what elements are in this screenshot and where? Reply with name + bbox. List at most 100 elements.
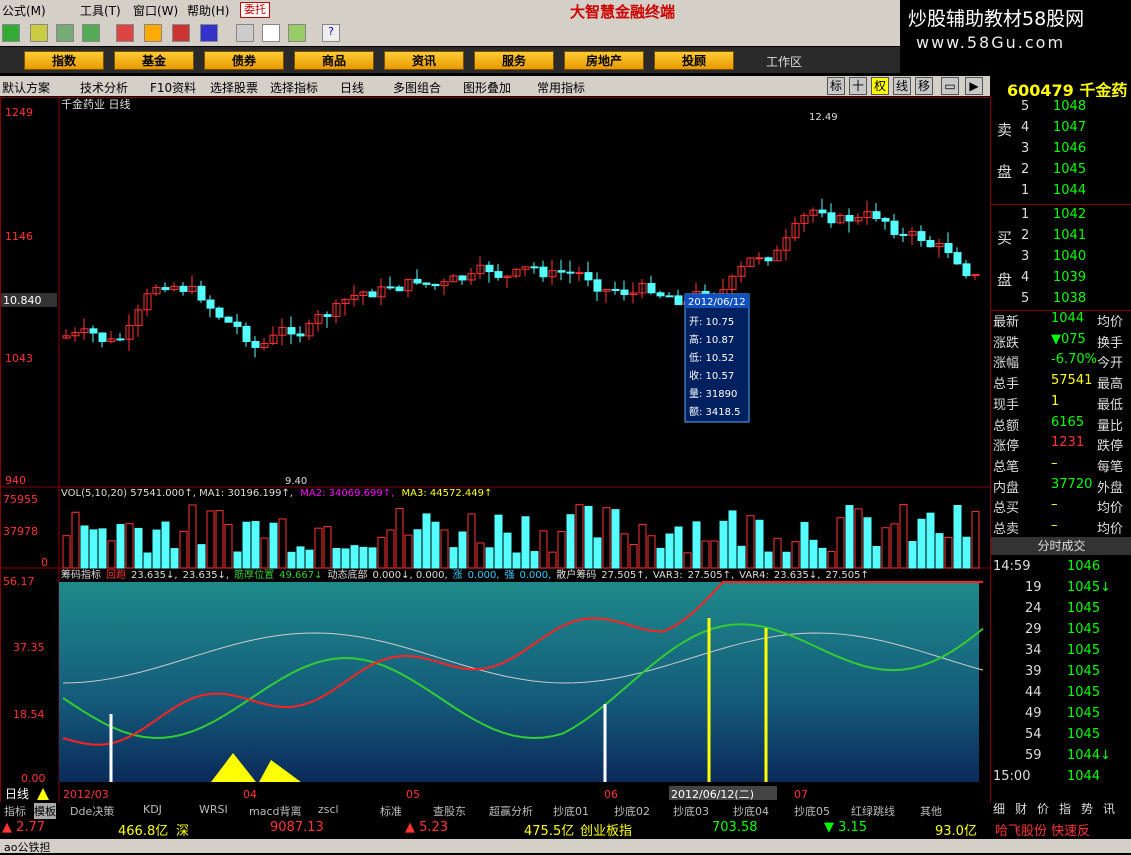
tick-row-cell: 24 (1025, 601, 1042, 616)
indicator-tab[interactable]: KDJ (143, 803, 162, 816)
indicator-header-part: 动态底部 (328, 568, 368, 581)
tick-row-cell: 1045↓ (1067, 580, 1111, 595)
stat-row-cell: 6165 (1051, 414, 1085, 430)
nav-service-button[interactable]: 服务 (474, 51, 554, 70)
status-bar: ▲ 2.77 466.8亿深 9087.13 ▲ 5.23 475.5亿 创业板指 703.… (0, 819, 1131, 839)
tick-row-cell: 1044↓ (1067, 748, 1111, 763)
indicator-tab[interactable]: 超赢分析 (489, 803, 533, 819)
tool-icon-9[interactable] (236, 24, 254, 42)
nav-commodity-button[interactable]: 商品 (294, 51, 374, 70)
f10-menu[interactable]: F10资料 (150, 79, 196, 96)
indicator-tab[interactable]: 指标 (4, 803, 26, 819)
multi-chart-menu[interactable]: 多图组合 (393, 79, 441, 96)
window-restore-icon[interactable]: ▭ (941, 77, 959, 95)
tool-yi[interactable]: 移 (915, 77, 933, 95)
nav-news-button[interactable]: 资讯 (384, 51, 464, 70)
indicator-tab[interactable]: macd背离 (249, 803, 302, 819)
buy-row-cell: 3 (1021, 249, 1030, 264)
indicator-tab[interactable]: 抄底03 (673, 803, 709, 819)
candle (422, 282, 431, 285)
scheme-select[interactable]: 默认方案 (2, 79, 50, 96)
indicator-tab[interactable]: 抄底01 (553, 803, 589, 819)
chart-area[interactable]: 1249 1146 10.840 1043 940 千金药业 日线 12.49 … (0, 97, 991, 803)
binoculars-icon[interactable] (56, 24, 74, 42)
tool-quan[interactable]: 权 (871, 77, 889, 95)
indicator-tab[interactable]: 查股东 (433, 803, 466, 819)
candle (530, 266, 539, 269)
overlay-menu[interactable]: 图形叠加 (463, 79, 511, 96)
candle (494, 271, 503, 278)
volume-bar (161, 521, 170, 569)
volume-bar (926, 512, 935, 569)
stat-row-cell: ▼075 (1051, 331, 1086, 347)
chart-svg[interactable]: 1249 1146 10.840 1043 940 千金药业 日线 12.49 … (1, 97, 991, 803)
nav-bond-button[interactable]: 债券 (204, 51, 284, 70)
quote-tab[interactable]: 细 (993, 800, 1005, 817)
candle (953, 252, 962, 265)
common-indicator-menu[interactable]: 常用指标 (537, 79, 585, 96)
crosshair-icon[interactable]: 十 (849, 77, 867, 95)
indicator-tab[interactable]: 红绿跳线 (851, 803, 895, 819)
stat-row-cell: – (1051, 497, 1058, 513)
status-item: 9087.13 (270, 820, 324, 835)
indicator-tab[interactable]: 其他 (920, 803, 942, 819)
volume-bar (593, 537, 602, 569)
indicator-tab[interactable]: 标准 (380, 803, 402, 819)
indicator-header-part: 筹码指标 (61, 568, 101, 581)
indicator-tab[interactable]: 抄底02 (614, 803, 650, 819)
nav-advisor-button[interactable]: 投顾 (654, 51, 734, 70)
menu-help[interactable]: 帮助(H) (187, 2, 229, 19)
quote-tab[interactable]: 讯 (1103, 800, 1115, 817)
menu-tools[interactable]: 工具(T) (80, 2, 121, 19)
tick-row-cell: 1045 (1067, 727, 1101, 742)
tool-icon-8[interactable] (200, 24, 218, 42)
select-indicator-button[interactable]: 选择指标 (270, 79, 318, 96)
nav-realestate-button[interactable]: 房地产 (564, 51, 644, 70)
tick-row-cell: 49 (1025, 706, 1042, 721)
tool-biao[interactable]: 标 (827, 77, 845, 95)
tool-icon-5[interactable] (116, 24, 134, 42)
indicator-header-part: 0.000, (468, 570, 500, 581)
candle (179, 285, 188, 293)
weituo-button[interactable]: 委托 (240, 2, 270, 18)
alarm-icon[interactable] (82, 24, 100, 42)
vol-top-label: 75955 (3, 493, 38, 506)
candle (197, 285, 206, 301)
quote-tab[interactable]: 势 (1081, 800, 1093, 817)
select-stock-button[interactable]: 选择股票 (210, 79, 258, 96)
period-select[interactable]: 日线 (340, 79, 364, 96)
indicator-header-part: 筋厚位置 (234, 568, 274, 581)
help-arrow-icon[interactable]: ? (322, 24, 340, 42)
tool-icon-6[interactable] (144, 24, 162, 42)
indicator-tab[interactable]: zscl (318, 803, 339, 816)
indicator-tab[interactable]: 模板 (34, 803, 56, 819)
tool-icon-7[interactable] (172, 24, 190, 42)
menu-formula[interactable]: 公式(M) (2, 2, 46, 19)
indicator-header-part: 回跑 (106, 568, 126, 581)
volume-bar (917, 518, 926, 569)
sell-row-cell: 1045 (1053, 162, 1087, 177)
menu-window[interactable]: 窗口(W) (133, 2, 178, 19)
tool-icon-1[interactable] (2, 24, 20, 42)
indicator-tab[interactable]: 抄底04 (733, 803, 769, 819)
workspace-menu[interactable]: 工作区 (766, 53, 802, 70)
tick-row-cell: 19 (1025, 580, 1042, 595)
ticks-title[interactable]: 分时成交 (991, 537, 1131, 555)
watermark-line2: www.58Gu.com (916, 33, 1066, 52)
quote-tab[interactable]: 财 (1015, 800, 1027, 817)
indicator-header-part: 散户筹码 (556, 568, 596, 581)
next-arrow-icon[interactable]: ▶ (965, 77, 983, 95)
indicator-tab[interactable]: WRSI (199, 803, 228, 816)
nav-index-button[interactable]: 指数 (24, 51, 104, 70)
window-icon[interactable] (262, 24, 280, 42)
tool-icon-2[interactable] (30, 24, 48, 42)
tool-icon-11[interactable] (288, 24, 306, 42)
indicator-tab[interactable]: Dde决策 (70, 803, 114, 819)
period-label: 日线 (5, 787, 29, 801)
quote-tab[interactable]: 价 (1037, 800, 1049, 817)
nav-fund-button[interactable]: 基金 (114, 51, 194, 70)
quote-tab[interactable]: 指 (1059, 800, 1071, 817)
tool-xian[interactable]: 线 (893, 77, 911, 95)
tech-analysis-menu[interactable]: 技术分析 (80, 79, 128, 96)
indicator-tab[interactable]: 抄底05 (794, 803, 830, 819)
